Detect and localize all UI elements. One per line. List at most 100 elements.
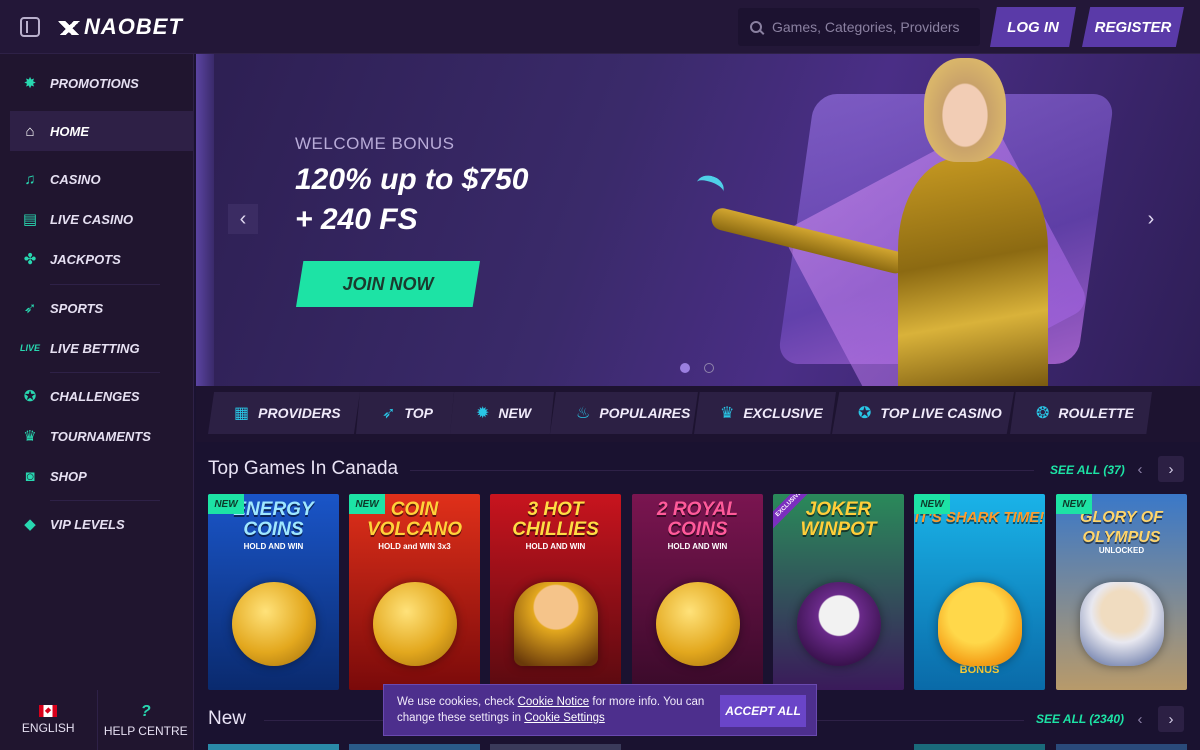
search-bar[interactable] — [738, 8, 980, 46]
game-title: 3 HOT CHILLIES — [512, 499, 599, 540]
search-input[interactable] — [772, 19, 962, 35]
canada-flag-icon — [39, 705, 58, 717]
site-logo[interactable]: NAOBET — [56, 14, 183, 40]
category-label: NEW — [498, 405, 532, 421]
game-tile-partial[interactable] — [208, 744, 339, 750]
game-tile[interactable]: GLORY OF OLYMPUS UNLOCKED NEW — [1056, 494, 1187, 690]
sidebar-item-sports[interactable]: ➶ SPORTS — [10, 288, 194, 328]
new-badge: NEW — [914, 494, 950, 514]
zeus-art — [1080, 582, 1164, 666]
slide-dot[interactable] — [704, 363, 714, 373]
shark-art — [938, 582, 1022, 666]
joker-art — [797, 582, 881, 666]
category-exclusive[interactable]: ♛ EXCLUSIVE — [694, 392, 836, 434]
sidebar-item-label: SPORTS — [50, 300, 104, 316]
sidebar-item-label: PROMOTIONS — [50, 75, 139, 91]
new-badge-icon: ✹ — [476, 405, 490, 422]
sidebar-item-vip-levels[interactable]: ◆ VIP LEVELS — [10, 504, 194, 544]
sidebar-item-label: SHOP — [50, 468, 87, 484]
game-tile[interactable]: 3 HOT CHILLIES HOLD AND WIN — [490, 494, 621, 690]
sidebar-item-label: JACKPOTS — [50, 251, 121, 267]
hero-title-line: + 240 FS — [295, 203, 418, 236]
trophy-icon: ♛ — [23, 427, 37, 445]
new-badge: NEW — [349, 494, 385, 514]
sidebar-item-label: VIP LEVELS — [50, 516, 125, 532]
game-tile[interactable]: 2 ROYAL COINS HOLD AND WIN — [632, 494, 763, 690]
hero-prev-arrow-icon[interactable]: ‹ — [228, 204, 258, 234]
cards-icon: ▤ — [22, 210, 38, 228]
category-new[interactable]: ✹ NEW — [450, 392, 554, 434]
game-tile[interactable]: COIN VOLCANO HOLD and WIN 3x3 NEW — [349, 494, 480, 690]
game-tile-partial[interactable] — [490, 744, 621, 750]
medal-icon: ✪ — [23, 387, 37, 405]
category-roulette[interactable]: ❂ ROULETTE — [1010, 392, 1152, 434]
see-all-new-link[interactable]: SEE ALL (2340) — [1036, 712, 1124, 726]
new-games-prev-icon[interactable]: ‹ — [1127, 706, 1153, 732]
register-button[interactable]: REGISTER — [1082, 7, 1184, 47]
sidebar-item-casino[interactable]: ♫ CASINO — [10, 159, 194, 199]
sidebar-item-live-betting[interactable]: LIVE LIVE BETTING — [10, 328, 194, 368]
hero-model-image — [709, 54, 1056, 386]
logo-mark-icon — [56, 21, 82, 35]
sidebar-item-promotions[interactable]: ✸ PROMOTIONS — [10, 63, 194, 103]
hero-next-arrow-icon[interactable]: › — [1136, 204, 1166, 234]
hero-kicker: WELCOME BONUS — [295, 134, 455, 153]
help-centre-link[interactable]: ? HELP CENTRE — [98, 690, 195, 750]
coin-art — [656, 582, 740, 666]
top-games-next-icon[interactable]: › — [1158, 456, 1184, 482]
accept-all-button[interactable]: ACCEPT ALL — [720, 695, 806, 727]
crown-icon: ♛ — [720, 405, 735, 422]
category-providers[interactable]: ▦ PROVIDERS — [208, 392, 360, 434]
sidebar-item-label: LIVE BETTING — [50, 340, 140, 356]
sidebar-toggle-icon[interactable] — [20, 17, 40, 37]
section-title-top-games: Top Games In Canada — [208, 458, 399, 479]
game-tile-partial[interactable] — [1056, 744, 1187, 750]
language-label: ENGLISH — [21, 721, 75, 735]
rocket-icon: ➶ — [382, 405, 396, 422]
sidebar-item-label: CASINO — [50, 171, 101, 187]
game-tile-partial[interactable] — [349, 744, 480, 750]
hero-banner[interactable]: WELCOME BONUS 120% up to $750 + 240 FS J… — [196, 54, 1200, 386]
sidebar-item-shop[interactable]: ◙ SHOP — [10, 456, 194, 496]
category-label: PROVIDERS — [258, 405, 341, 421]
language-selector[interactable]: ENGLISH — [0, 690, 98, 750]
category-top[interactable]: ➶ TOP — [356, 392, 454, 434]
game-tile[interactable]: ENERGY COINS HOLD AND WIN NEW — [208, 494, 339, 690]
hero-model-head — [924, 58, 1006, 162]
promotions-icon: ✸ — [23, 74, 37, 92]
hero-model-body — [898, 158, 1048, 386]
sidebar-footer: ENGLISH ? HELP CENTRE — [0, 690, 194, 750]
hero-title: 120% up to $750 + 240 FS — [295, 160, 528, 240]
sidebar-item-jackpots[interactable]: ✤ JACKPOTS — [10, 239, 194, 279]
new-games-next-icon[interactable]: › — [1158, 706, 1184, 732]
cookie-settings-link[interactable]: Cookie Settings — [524, 712, 605, 724]
category-populaires[interactable]: ♨ POPULAIRES — [550, 392, 698, 434]
game-tile[interactable]: JOKER WINPOT EXCLUSIVE — [773, 494, 904, 690]
game-subtitle: HOLD AND WIN — [525, 542, 586, 551]
sidebar-item-live-casino[interactable]: ▤ LIVE CASINO — [10, 199, 194, 239]
login-button[interactable]: LOG IN — [990, 7, 1076, 47]
see-all-top-games-link[interactable]: SEE ALL (37) — [1050, 463, 1125, 477]
mariachi-art — [514, 582, 598, 666]
sidebar-item-tournaments[interactable]: ♛ TOURNAMENTS — [10, 416, 194, 456]
coin-art — [232, 582, 316, 666]
flame-icon: ♨ — [576, 405, 591, 422]
sidebar-item-label: CHALLENGES — [50, 388, 140, 404]
sidebar-item-challenges[interactable]: ✪ CHALLENGES — [10, 376, 194, 416]
music-note-icon: ♫ — [24, 170, 36, 188]
game-tile[interactable]: IT'S SHARK TIME! BONUS NEW — [914, 494, 1045, 690]
top-games-prev-icon[interactable]: ‹ — [1127, 456, 1153, 482]
sidebar-item-home[interactable]: ⌂ HOME — [10, 111, 194, 151]
game-title: 2 ROYAL COINS — [657, 499, 738, 540]
join-now-button[interactable]: JOIN NOW — [296, 261, 480, 307]
game-subtitle: HOLD AND WIN — [243, 542, 304, 551]
slide-dot-active[interactable] — [680, 363, 690, 373]
cookie-notice-link[interactable]: Cookie Notice — [518, 696, 590, 708]
live-icon: LIVE — [20, 342, 41, 353]
sidebar: ✸ PROMOTIONS ⌂ HOME ♫ CASINO ▤ LIVE CASINO ✤… — [0, 54, 194, 750]
sneaker-icon: ➶ — [23, 299, 37, 317]
game-tile-partial[interactable] — [914, 744, 1045, 750]
home-icon: ⌂ — [25, 122, 35, 140]
category-top-live-casino[interactable]: ✪ TOP LIVE CASINO — [832, 392, 1014, 434]
coin-art — [373, 582, 457, 666]
